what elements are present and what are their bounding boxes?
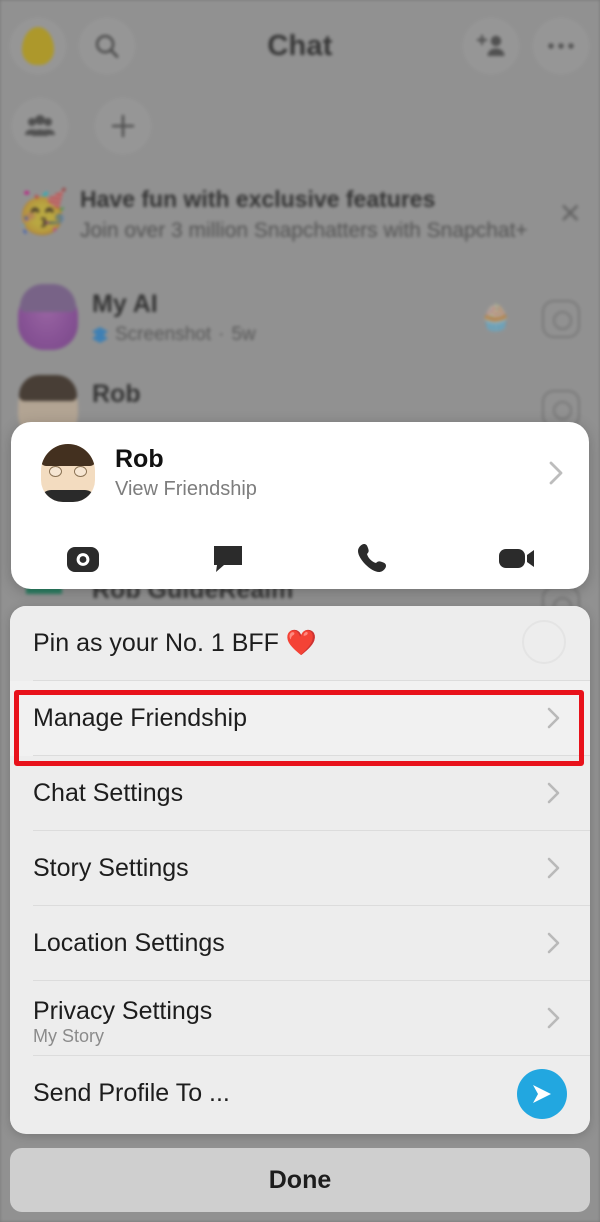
video-camera-icon bbox=[498, 548, 534, 568]
sheet-item-manage-friendship[interactable]: Manage Friendship bbox=[10, 681, 590, 756]
done-button-label: Done bbox=[268, 1165, 332, 1194]
sheet-item-label: Manage Friendship bbox=[33, 704, 248, 732]
app-screen: Chat 🥳 Have fun with exclusive features … bbox=[0, 0, 600, 1222]
profile-card-action-row bbox=[11, 526, 589, 589]
send-arrow-icon bbox=[533, 1085, 551, 1103]
avatar-shirt bbox=[41, 490, 95, 502]
avatar-hair bbox=[41, 444, 95, 466]
avatar bbox=[41, 444, 95, 502]
avatar-glasses-icon bbox=[48, 466, 88, 477]
camera-action-button[interactable] bbox=[11, 526, 156, 589]
chevron-right-icon bbox=[547, 857, 560, 879]
send-button[interactable] bbox=[517, 1069, 567, 1119]
sheet-item-location-settings[interactable]: Location Settings bbox=[10, 906, 590, 981]
chevron-right-icon bbox=[547, 1007, 560, 1029]
video-action-button[interactable] bbox=[445, 526, 590, 589]
bff-placeholder-circle-icon bbox=[522, 620, 566, 664]
sheet-item-label: Location Settings bbox=[33, 929, 225, 957]
friend-action-sheet: Pin as your No. 1 BFF ❤️ Manage Friendsh… bbox=[10, 606, 590, 1134]
sheet-item-pin-bff[interactable]: Pin as your No. 1 BFF ❤️ bbox=[10, 606, 590, 681]
friend-profile-card[interactable]: Rob View Friendship bbox=[11, 422, 589, 589]
friend-name: Rob bbox=[115, 445, 164, 473]
sheet-item-privacy-settings[interactable]: Privacy Settings My Story bbox=[10, 981, 590, 1056]
phone-icon bbox=[358, 543, 387, 572]
view-friendship-label: View Friendship bbox=[115, 478, 257, 500]
sheet-item-label: Chat Settings bbox=[33, 779, 184, 807]
sheet-item-sublabel: My Story bbox=[33, 1026, 105, 1046]
call-action-button[interactable] bbox=[300, 526, 445, 589]
sheet-item-story-settings[interactable]: Story Settings bbox=[10, 831, 590, 906]
sheet-item-send-profile-to[interactable]: Send Profile To ... bbox=[10, 1056, 590, 1131]
done-button[interactable]: Done bbox=[10, 1148, 590, 1212]
sheet-item-label: Send Profile To ... bbox=[33, 1079, 230, 1107]
chevron-right-icon bbox=[547, 782, 560, 804]
chevron-right-icon[interactable] bbox=[549, 461, 563, 485]
chevron-right-icon bbox=[547, 707, 560, 729]
sheet-item-label: Pin as your No. 1 BFF ❤️ bbox=[33, 629, 317, 657]
chat-bubble-icon bbox=[213, 545, 242, 572]
sheet-item-label: Privacy Settings bbox=[33, 997, 213, 1025]
chat-action-button[interactable] bbox=[156, 526, 301, 589]
camera-icon bbox=[67, 546, 100, 572]
sheet-item-chat-settings[interactable]: Chat Settings bbox=[10, 756, 590, 831]
sheet-item-label: Story Settings bbox=[33, 854, 189, 882]
chevron-right-icon bbox=[547, 932, 560, 954]
